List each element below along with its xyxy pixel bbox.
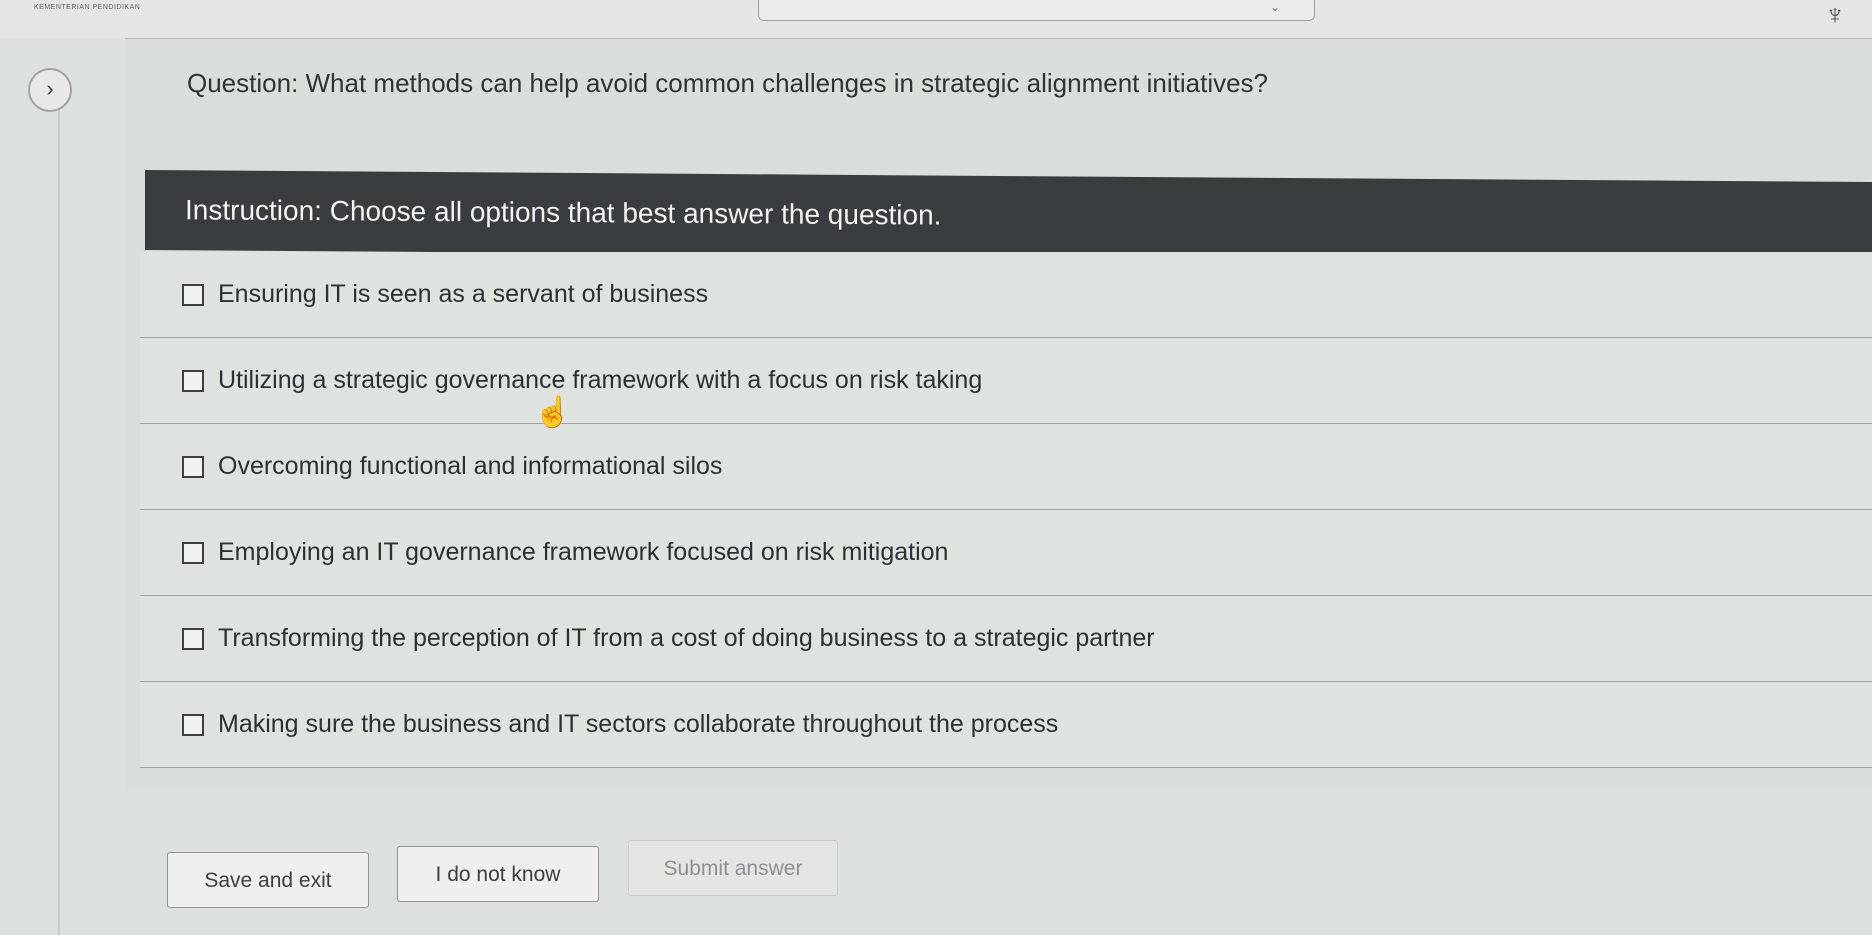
- dont-know-button[interactable]: I do not know: [397, 846, 599, 902]
- options-list: Ensuring IT is seen as a servant of busi…: [140, 252, 1872, 768]
- expand-panel-button[interactable]: ›: [28, 68, 72, 112]
- save-exit-button[interactable]: Save and exit: [167, 852, 369, 908]
- option-label: Transforming the perception of IT from a…: [218, 624, 1155, 652]
- question-text: Question: What methods can help avoid co…: [187, 68, 1269, 98]
- chevron-right-icon: ›: [46, 76, 54, 101]
- option-label: Making sure the business and IT sectors …: [218, 710, 1059, 738]
- footer-area: [122, 790, 1872, 935]
- option-4[interactable]: Employing an IT governance framework foc…: [140, 510, 1872, 596]
- rail-divider: [58, 98, 60, 935]
- hand-cursor-icon: ☝: [534, 396, 572, 429]
- trophy-icon[interactable]: ♆: [1815, 0, 1855, 34]
- quiz-page: KEMENTERIAN PENDIDIKAN ⌄ ♆ › Question: W…: [0, 0, 1872, 935]
- option-label: Employing an IT governance framework foc…: [218, 538, 949, 566]
- option-label: Ensuring IT is seen as a servant of busi…: [218, 280, 709, 308]
- checkbox[interactable]: [182, 541, 204, 564]
- instruction-bar: Instruction: Choose all options that bes…: [145, 170, 1872, 263]
- chevron-down-icon: ⌄: [1269, 0, 1280, 14]
- option-label: Overcoming functional and informational …: [218, 452, 723, 480]
- app-title: KEMENTERIAN PENDIDIKAN: [34, 4, 141, 11]
- top-bar: KEMENTERIAN PENDIDIKAN ⌄ ♆: [0, 0, 1872, 39]
- left-rail: [0, 38, 125, 935]
- top-dropdown[interactable]: ⌄: [758, 0, 1315, 21]
- checkbox[interactable]: [182, 283, 204, 306]
- submit-answer-button[interactable]: Submit answer: [628, 840, 838, 896]
- option-5[interactable]: Transforming the perception of IT from a…: [140, 596, 1872, 682]
- option-3[interactable]: Overcoming functional and informational …: [140, 424, 1872, 510]
- checkbox[interactable]: [182, 369, 204, 392]
- option-label: Utilizing a strategic governance framewo…: [218, 366, 983, 394]
- checkbox[interactable]: [182, 713, 204, 736]
- option-1[interactable]: Ensuring IT is seen as a servant of busi…: [140, 252, 1872, 338]
- option-6[interactable]: Making sure the business and IT sectors …: [140, 682, 1872, 768]
- checkbox[interactable]: [182, 455, 204, 478]
- checkbox[interactable]: [182, 627, 204, 650]
- option-2[interactable]: Utilizing a strategic governance framewo…: [140, 338, 1872, 424]
